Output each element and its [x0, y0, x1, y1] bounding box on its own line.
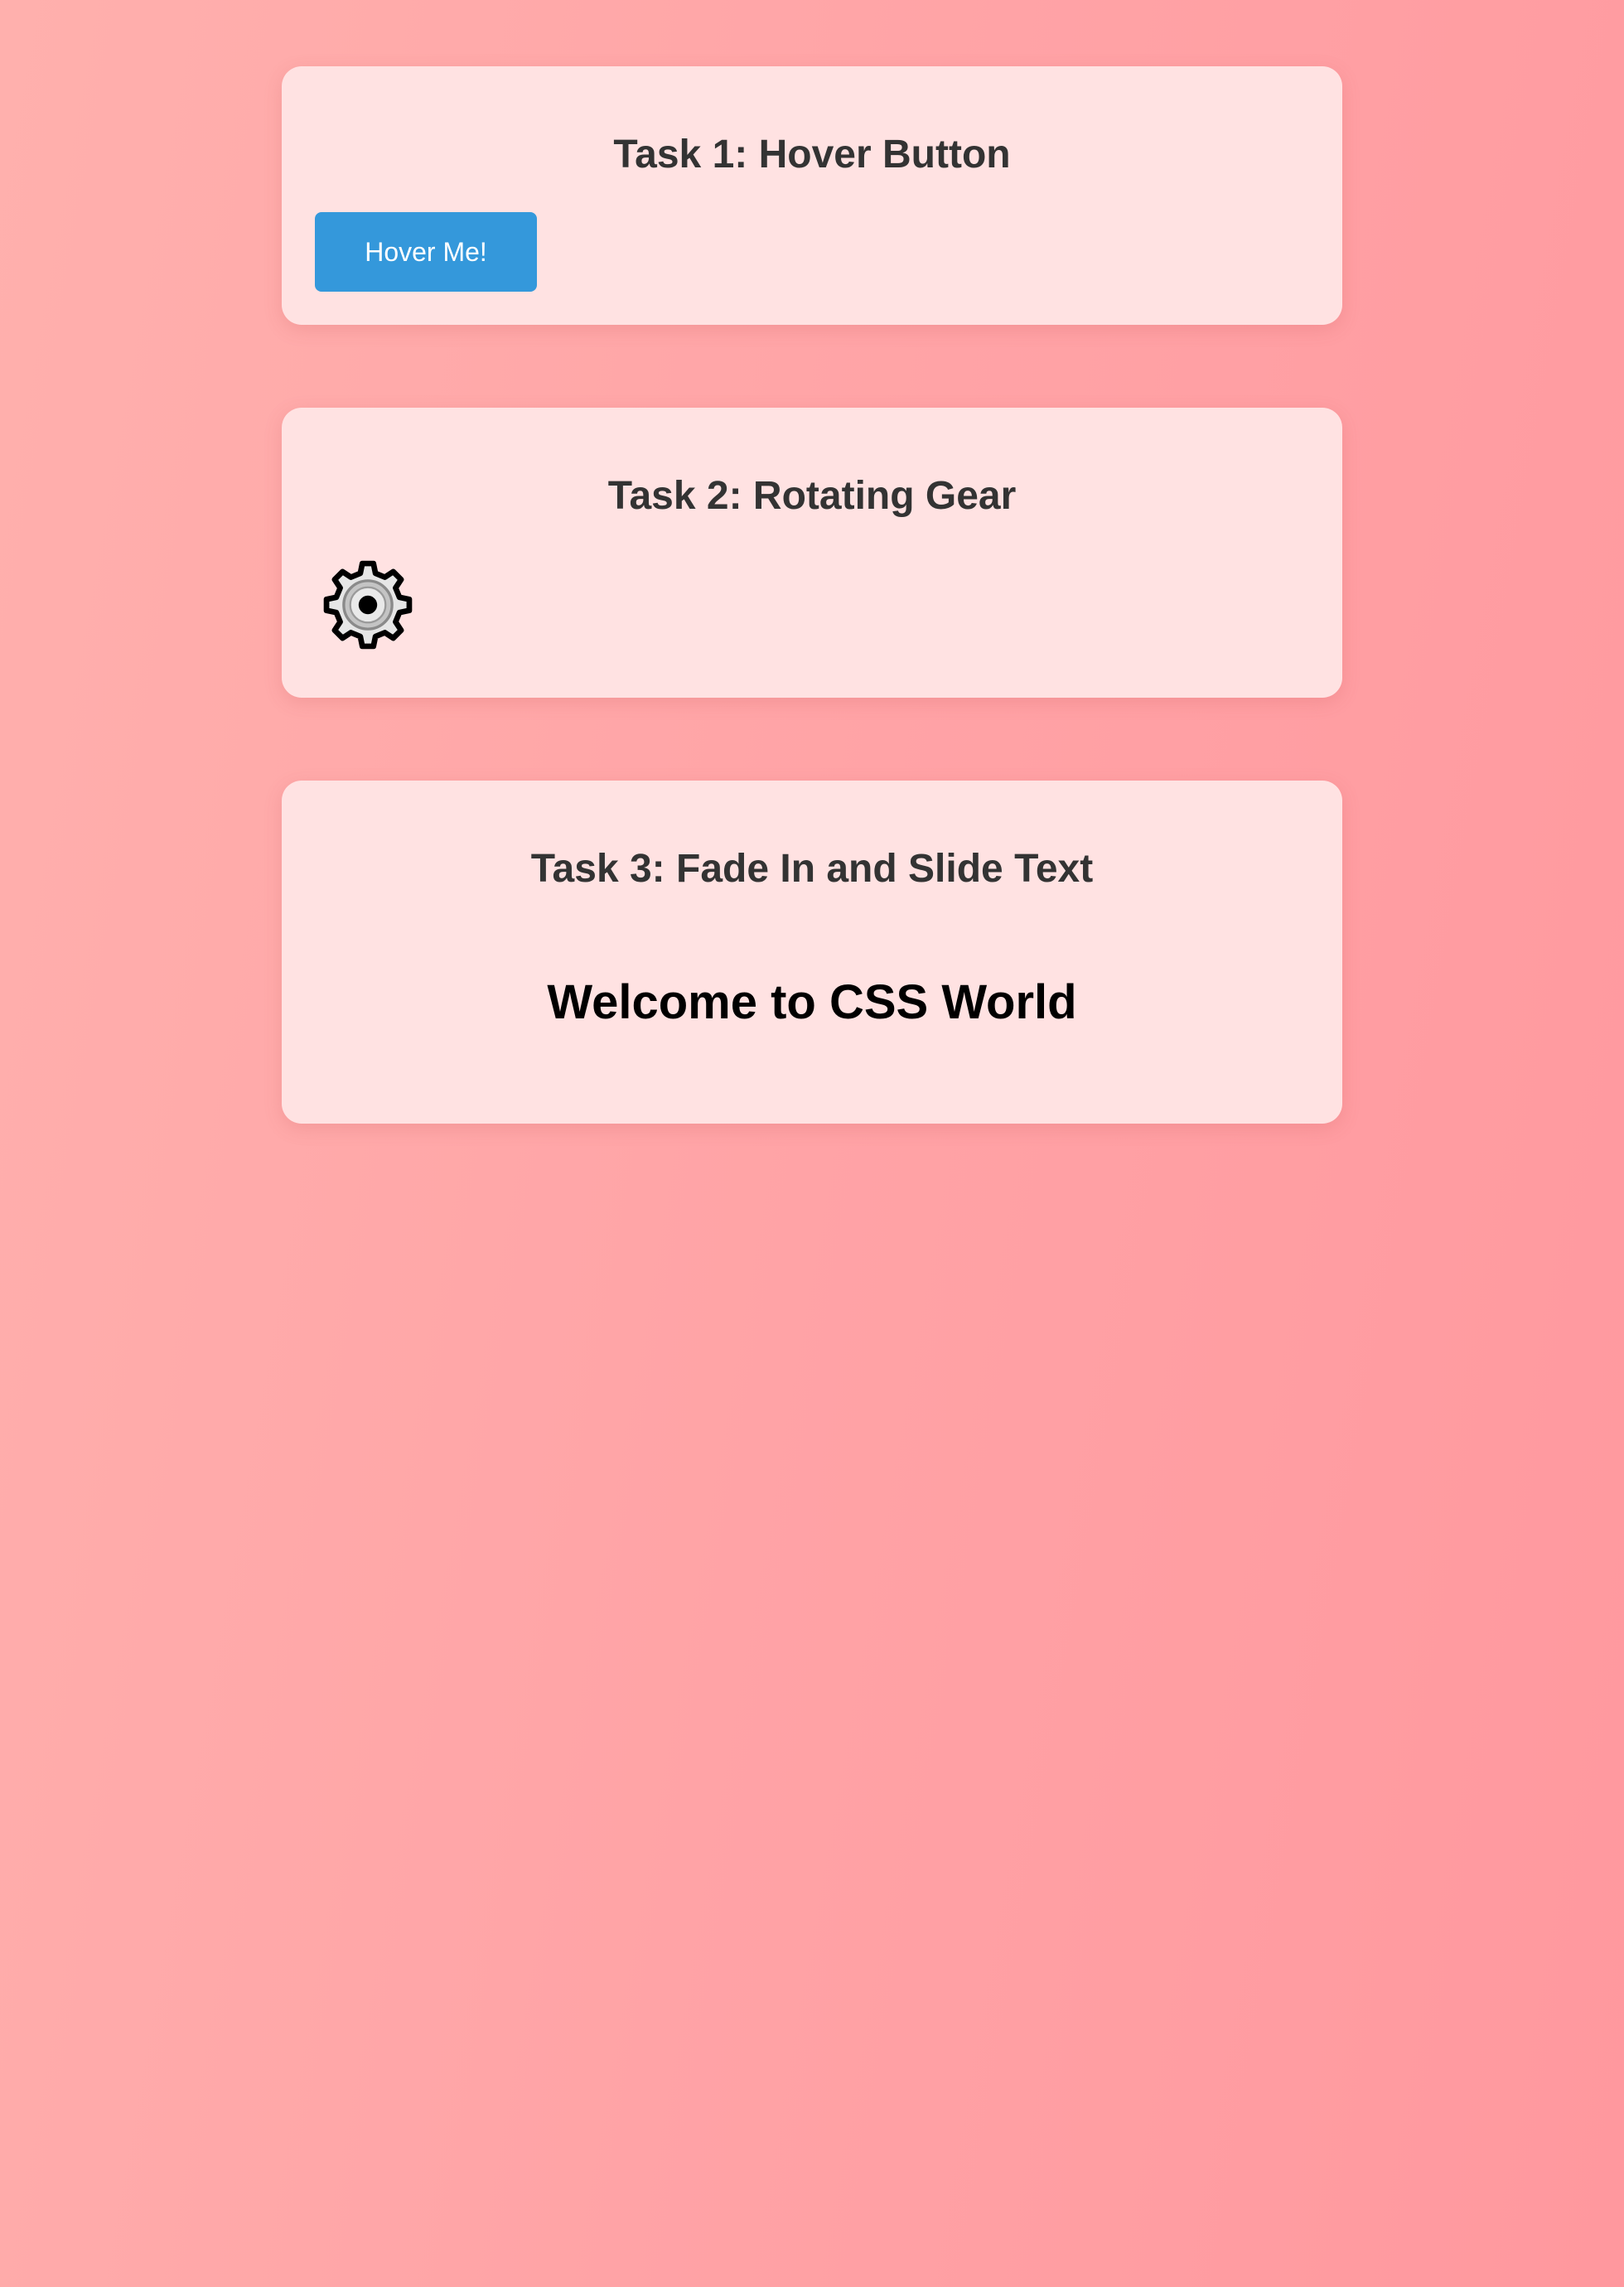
hover-me-button[interactable]: Hover Me! [315, 212, 537, 292]
task-3-title: Task 3: Fade In and Slide Text [530, 847, 1094, 891]
task-2-card: Task 2: Rotating Gear [282, 408, 1342, 698]
task-2-title: Task 2: Rotating Gear [607, 474, 1017, 518]
task-1-card: Task 1: Hover Button Hover Me! [282, 66, 1342, 325]
task-3-card: Task 3: Fade In and Slide Text Welcome t… [282, 781, 1342, 1124]
task-1-title: Task 1: Hover Button [613, 133, 1011, 176]
welcome-text: Welcome to CSS World [547, 975, 1077, 1029]
gear-icon [323, 560, 413, 650]
